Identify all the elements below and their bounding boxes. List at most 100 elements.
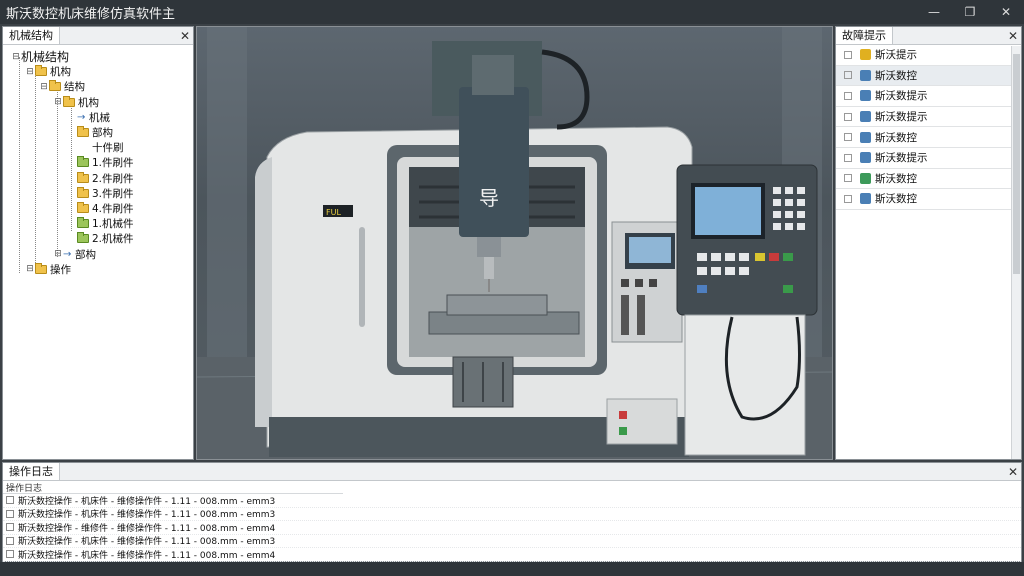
- restore-icon[interactable]: ❐: [952, 5, 988, 19]
- tree-node-label: 1.机械件: [92, 218, 134, 231]
- fault-hints-panel: 故障提示 ✕ 斯沃提示 斯沃数控 斯沃数提示 斯沃数提示 斯沃数控 斯沃数提示 斯沃数控 斯沃…: [835, 26, 1022, 460]
- log-row[interactable]: 斯沃数控操作 - 机床件 - 维修操作件 - 1.11 - 008.mm - e…: [3, 548, 1021, 562]
- tree-node[interactable]: 1.件刷件: [3, 155, 193, 170]
- log-icon: [6, 509, 14, 518]
- tree-node[interactable]: → 机械: [3, 110, 193, 125]
- fault-item[interactable]: 斯沃数控: [836, 127, 1021, 148]
- tree-node[interactable]: ⊟ 机构: [3, 95, 193, 110]
- machine-3d-viewport[interactable]: 导 FUL: [196, 26, 833, 460]
- log-icon: [6, 523, 14, 532]
- folder-icon: [77, 156, 89, 168]
- tree-node-label: 机械: [89, 111, 110, 124]
- close-icon[interactable]: ✕: [988, 5, 1024, 19]
- vertical-scrollbar[interactable]: [1011, 46, 1021, 459]
- fault-label: 斯沃数控: [875, 131, 917, 144]
- tree-node[interactable]: ⊟ 结构: [3, 79, 193, 94]
- log-text: 斯沃数控操作 - 维修件 - 维修操作件 - 1.11 - 008.mm - e…: [18, 523, 276, 534]
- expand-icon[interactable]: ⊟: [11, 52, 21, 62]
- expand-icon[interactable]: ⊟: [53, 97, 63, 107]
- folder-icon: [35, 65, 47, 77]
- fault-label: 斯沃数提示: [875, 90, 928, 103]
- tab-mechanical-structure[interactable]: 机械结构: [3, 27, 60, 44]
- tree-node-label: 机构: [78, 96, 99, 109]
- tree-node-label: 机械结构: [21, 50, 70, 65]
- fault-checkbox[interactable]: [844, 153, 852, 162]
- fault-item[interactable]: 斯沃数控: [836, 169, 1021, 190]
- fault-checkbox[interactable]: [844, 71, 852, 80]
- fault-item[interactable]: 斯沃数控: [836, 189, 1021, 210]
- folder-icon: [49, 80, 61, 92]
- tree-node-label: 十件刷: [92, 142, 124, 155]
- tree-node[interactable]: ⊟ 机械结构: [3, 49, 193, 64]
- tab-fault-hints[interactable]: 故障提示: [836, 27, 893, 44]
- log-icon: [6, 550, 14, 559]
- log-icon: [6, 536, 14, 545]
- tree-node[interactable]: 3.件刷件: [3, 186, 193, 201]
- close-icon[interactable]: ✕: [177, 29, 193, 43]
- tab-operation-log[interactable]: 操作日志: [3, 463, 60, 480]
- tree-node[interactable]: 部构: [3, 125, 193, 140]
- fault-item[interactable]: 斯沃数提示: [836, 148, 1021, 169]
- minimize-icon[interactable]: —: [916, 5, 952, 19]
- tree-node-label: 机构: [50, 66, 71, 79]
- tree-node[interactable]: 4.件刷件: [3, 201, 193, 216]
- tree-node-label: 部构: [92, 127, 113, 140]
- structure-tree: ⊟ 机械结构 ⊟ 机构 ⊟ 结构 ⊟ 机构 → 机械 部构 十件刷 1.件刷件 2.件刷件 3.件刷件 4.件…: [3, 45, 193, 277]
- fault-item[interactable]: 斯沃数提示: [836, 107, 1021, 128]
- fault-icon: [860, 172, 871, 184]
- close-icon[interactable]: ✕: [1005, 465, 1021, 479]
- fault-icon: [860, 111, 871, 123]
- log-icon: [6, 496, 14, 505]
- log-row[interactable]: 斯沃数控操作 - 机床件 - 维修操作件 - 1.11 - 008.mm - e…: [3, 508, 1021, 521]
- fault-checkbox[interactable]: [844, 133, 852, 142]
- log-row[interactable]: 斯沃数控操作 - 机床件 - 维修操作件 - 1.11 - 008.mm - e…: [3, 535, 1021, 548]
- folder-icon: [77, 186, 89, 198]
- fault-item[interactable]: 斯沃数控: [836, 65, 1021, 87]
- tree-node[interactable]: 2.件刷件: [3, 171, 193, 186]
- fault-checkbox[interactable]: [844, 174, 852, 183]
- fault-label: 斯沃数控: [875, 172, 917, 185]
- expand-icon[interactable]: ⊟: [25, 67, 35, 77]
- folder-icon: [77, 126, 89, 138]
- arrow-icon: →: [77, 111, 86, 123]
- close-icon[interactable]: ✕: [1005, 29, 1021, 43]
- status-bar: [0, 562, 1024, 576]
- fault-label: 斯沃数提示: [875, 111, 928, 124]
- fault-icon: [860, 152, 871, 164]
- fault-item[interactable]: 斯沃数提示: [836, 86, 1021, 107]
- fault-checkbox[interactable]: [844, 112, 852, 121]
- expand-icon[interactable]: ⊟: [53, 249, 63, 259]
- fault-icon: [860, 131, 871, 143]
- fault-label: 斯沃数控: [875, 69, 917, 82]
- log-list: 斯沃数控操作 - 机床件 - 维修操作件 - 1.11 - 008.mm - e…: [3, 494, 1021, 562]
- window-title: 斯沃数控机床维修仿真软件主: [6, 5, 176, 21]
- fault-label: 斯沃数提示: [875, 152, 928, 165]
- tree-node[interactable]: 2.机械件: [3, 231, 193, 246]
- folder-icon: [77, 171, 89, 183]
- tree-node[interactable]: ⊟ 操作: [3, 262, 193, 277]
- fault-item[interactable]: 斯沃提示: [836, 45, 1021, 66]
- tree-node[interactable]: 1.机械件: [3, 216, 193, 231]
- log-row[interactable]: 斯沃数控操作 - 维修件 - 维修操作件 - 1.11 - 008.mm - e…: [3, 521, 1021, 535]
- fault-checkbox[interactable]: [844, 91, 852, 100]
- log-row[interactable]: 斯沃数控操作 - 机床件 - 维修操作件 - 1.11 - 008.mm - e…: [3, 494, 1021, 508]
- fault-icon: [860, 193, 871, 205]
- fault-checkbox[interactable]: [844, 50, 852, 59]
- folder-icon: [77, 232, 89, 244]
- tree-node-label: 1.件刷件: [92, 157, 134, 170]
- tree-node-label: 结构: [64, 81, 85, 94]
- tree-node-label: 3.件刷件: [92, 187, 134, 200]
- fault-label: 斯沃数控: [875, 193, 917, 206]
- fault-icon: [860, 49, 871, 61]
- cnc-machine-illustration: 导 FUL: [197, 27, 832, 459]
- tree-node[interactable]: ⊟ → 部构: [3, 246, 193, 261]
- expand-icon[interactable]: ⊟: [25, 264, 35, 274]
- log-text: 斯沃数控操作 - 机床件 - 维修操作件 - 1.11 - 008.mm - e…: [18, 496, 276, 507]
- tree-node[interactable]: ⊟ 机构: [3, 64, 193, 79]
- tree-node[interactable]: 十件刷: [3, 140, 193, 155]
- arrow-icon: →: [63, 248, 72, 260]
- fault-checkbox[interactable]: [844, 194, 852, 203]
- log-text: 斯沃数控操作 - 机床件 - 维修操作件 - 1.11 - 008.mm - e…: [18, 550, 276, 561]
- log-text: 斯沃数控操作 - 机床件 - 维修操作件 - 1.11 - 008.mm - e…: [18, 510, 276, 521]
- expand-icon[interactable]: ⊟: [39, 82, 49, 92]
